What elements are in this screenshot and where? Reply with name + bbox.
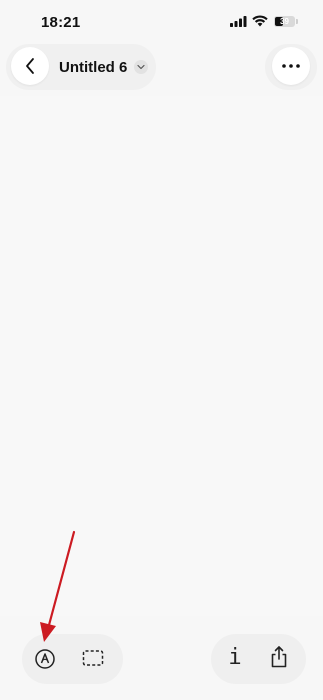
- selection-tool-icon: [82, 650, 104, 666]
- title-menu[interactable]: Untitled 6: [59, 56, 149, 78]
- drawing-canvas[interactable]: [0, 96, 323, 616]
- back-button[interactable]: [11, 47, 49, 85]
- info-button[interactable]: i: [220, 643, 250, 673]
- battery-nub: [296, 19, 298, 24]
- share-button[interactable]: [264, 642, 294, 672]
- share-icon: [271, 646, 287, 668]
- battery-icon: 39: [274, 16, 295, 27]
- status-time: 18:21: [41, 14, 81, 31]
- battery-level: 39: [280, 17, 289, 26]
- selection-tool-button[interactable]: [78, 643, 108, 673]
- chevron-left-icon: [26, 58, 34, 74]
- more-options-button[interactable]: [272, 47, 310, 85]
- wifi-icon: [252, 15, 268, 27]
- chevron-down-icon: [137, 64, 145, 70]
- pen-tool-icon: [35, 649, 55, 669]
- title-dropdown-button[interactable]: [134, 60, 149, 74]
- ellipsis-icon: [282, 64, 300, 68]
- status-bar: 18:21 39: [0, 0, 323, 46]
- pen-tool-button[interactable]: [30, 644, 60, 674]
- cellular-signal-icon: [230, 16, 247, 27]
- info-icon: i: [228, 645, 242, 670]
- page-title: Untitled 6: [59, 58, 128, 76]
